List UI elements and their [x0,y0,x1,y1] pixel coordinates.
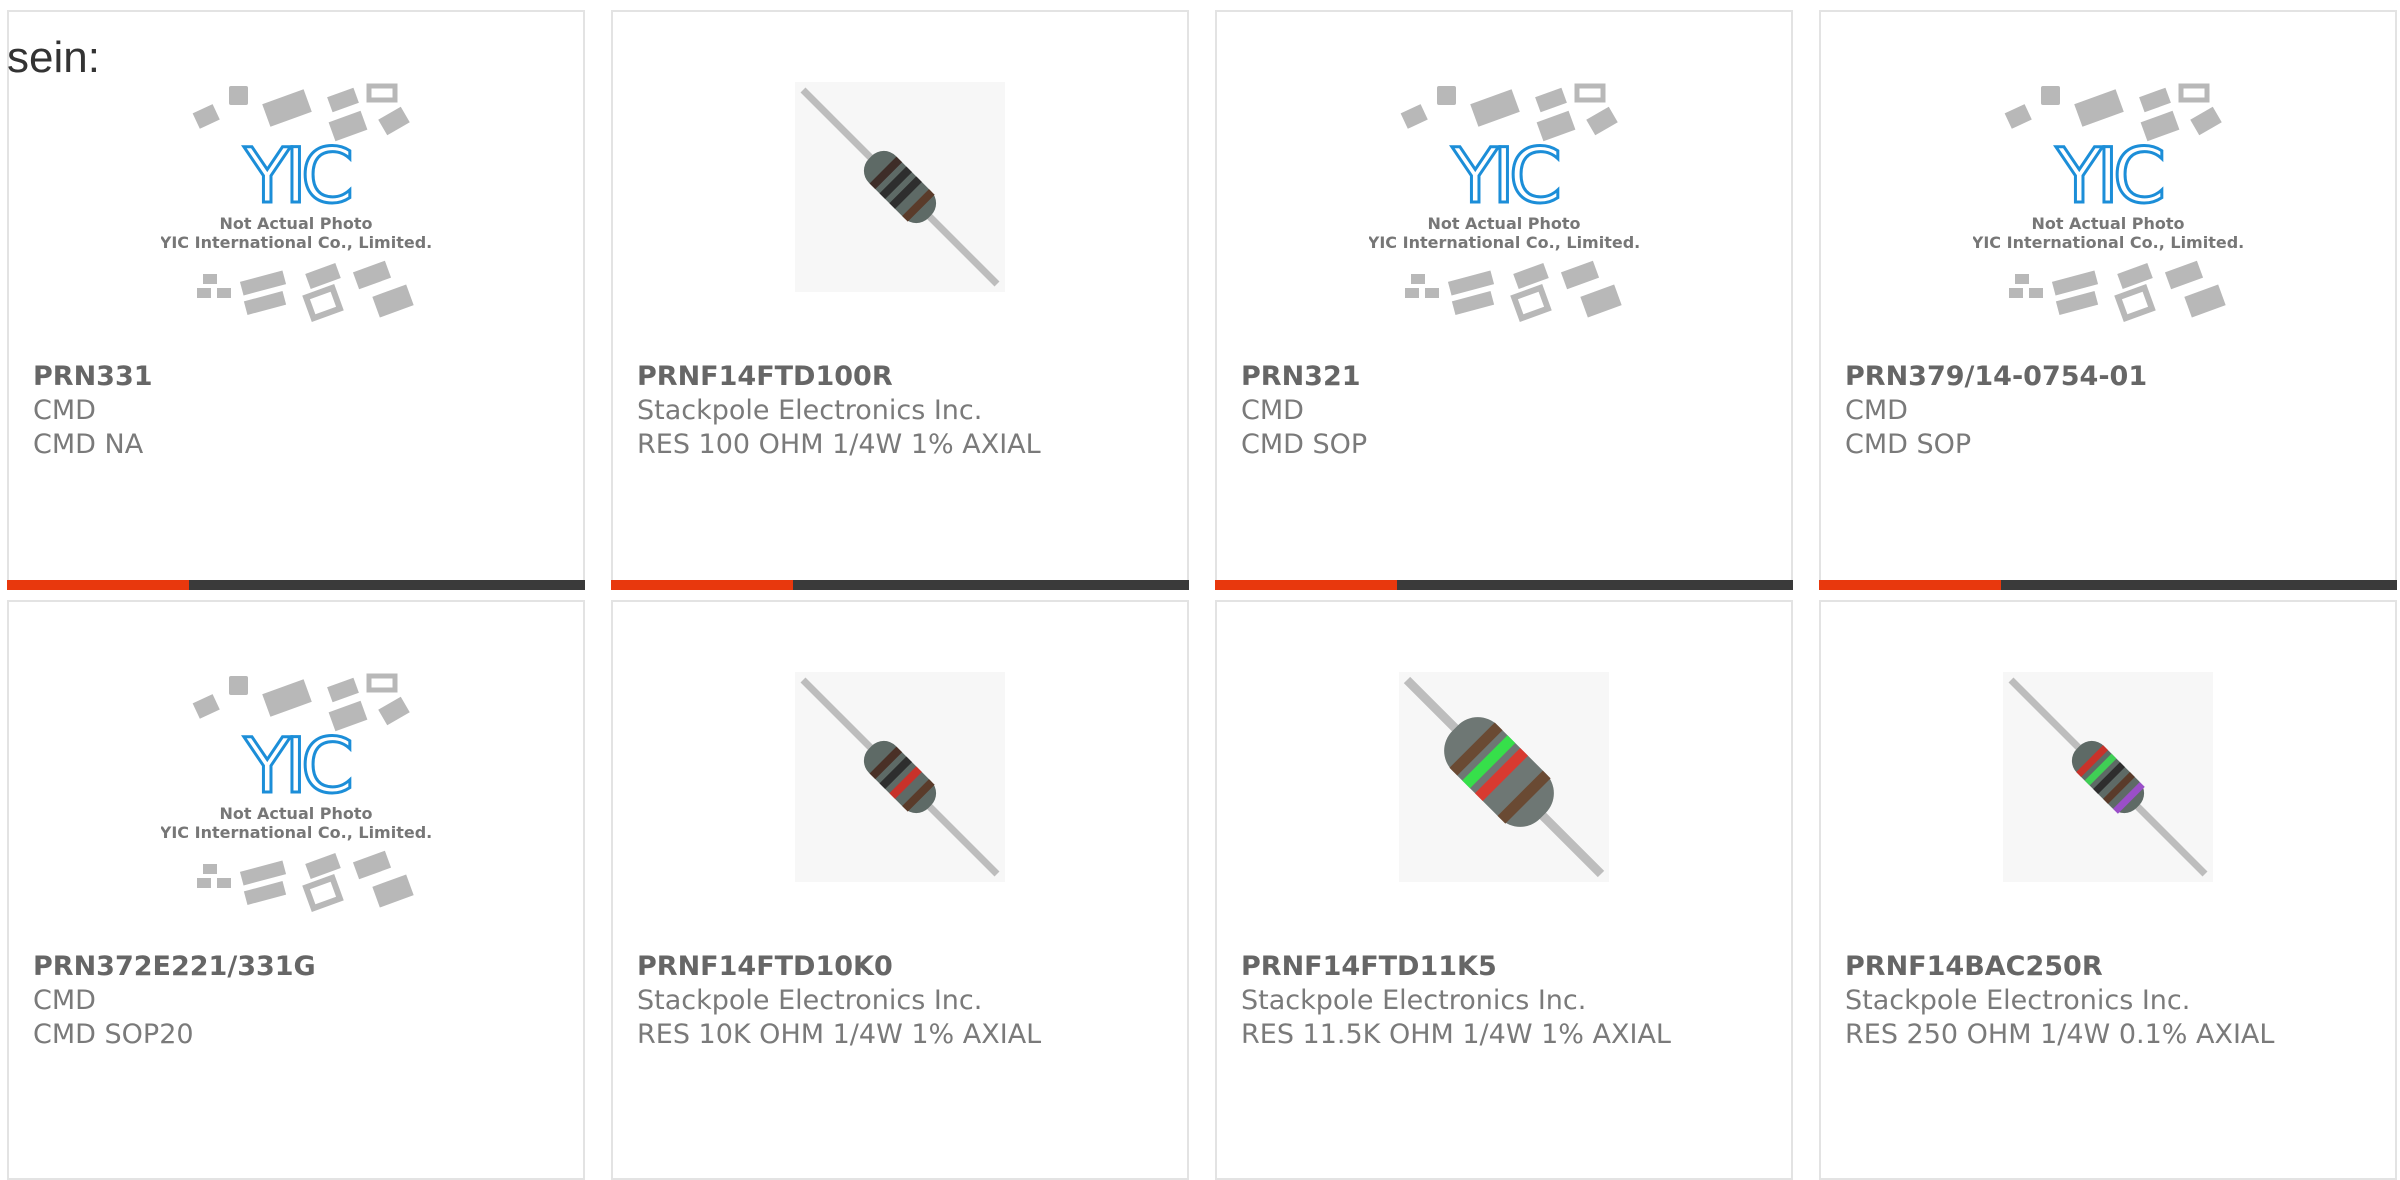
part-number[interactable]: PRNF14FTD11K5 [1241,950,1775,984]
manufacturer: CMD [33,395,96,426]
part-number[interactable]: PRN331 [33,360,567,394]
axial-resistor-icon [795,672,1005,882]
description: RES 11.5K OHM 1/4W 1% AXIAL [1241,1019,1671,1050]
description: CMD SOP20 [33,1019,194,1050]
product-card[interactable]: YIC Not Actual Photo YIC International C… [1819,10,2397,590]
yic-placeholder-icon: YIC Not Actual Photo YIC International C… [1369,83,1639,322]
svg-text:YIC: YIC [1451,131,1558,220]
product-card[interactable]: PRNF14BAC250R Stackpole Electronics Inc.… [1819,600,2397,1180]
svg-text:Not Actual Photo: Not Actual Photo [219,214,372,233]
axial-resistor-icon [795,82,1005,292]
product-image [1217,652,1791,922]
svg-text:YIC: YIC [2055,131,2162,220]
product-card[interactable]: YIC Not Actual Photo YIC International C… [7,10,585,590]
svg-text:YIC International Co., Limited: YIC International Co., Limited. [1369,233,1639,252]
product-image: YIC Not Actual Photo YIC International C… [1821,62,2395,332]
description: RES 250 OHM 1/4W 0.1% AXIAL [1845,1019,2275,1050]
description: CMD SOP [1845,429,1972,460]
svg-text:YIC: YIC [243,721,350,810]
part-number[interactable]: PRNF14BAC250R [1845,950,2379,984]
card-bottom-bar [1819,580,2397,590]
manufacturer: CMD [33,985,96,1016]
axial-resistor-icon [2003,672,2213,882]
description: CMD SOP [1241,429,1368,460]
axial-resistor-icon [1399,672,1609,882]
manufacturer: CMD [1845,395,1908,426]
product-image [613,62,1187,332]
manufacturer: Stackpole Electronics Inc. [637,395,983,426]
card-bottom-bar [611,580,1189,590]
part-number[interactable]: PRN372E221/331G [33,950,567,984]
product-card[interactable]: PRNF14FTD100R Stackpole Electronics Inc.… [611,10,1189,590]
description: CMD NA [33,429,144,460]
manufacturer: Stackpole Electronics Inc. [637,985,983,1016]
svg-text:YIC International Co., Limited: YIC International Co., Limited. [161,233,431,252]
product-card[interactable]: YIC Not Actual Photo YIC International C… [7,600,585,1180]
card-bottom-bar [7,580,585,590]
svg-text:YIC International Co., Limited: YIC International Co., Limited. [161,823,431,842]
yic-placeholder-icon: YIC Not Actual Photo YIC International C… [1973,83,2243,322]
svg-text:Not Actual Photo: Not Actual Photo [2031,214,2184,233]
part-number[interactable]: PRN379/14-0754-01 [1845,360,2379,394]
section-heading: sein: [7,33,100,82]
yic-placeholder-icon: YIC Not Actual Photo YIC International C… [161,83,431,322]
svg-text:Not Actual Photo: Not Actual Photo [219,804,372,823]
product-card[interactable]: PRNF14FTD11K5 Stackpole Electronics Inc.… [1215,600,1793,1180]
product-image [1821,652,2395,922]
part-number[interactable]: PRN321 [1241,360,1775,394]
svg-text:YIC International Co., Limited: YIC International Co., Limited. [1973,233,2243,252]
manufacturer: Stackpole Electronics Inc. [1845,985,2191,1016]
card-bottom-bar [1215,580,1793,590]
product-image [613,652,1187,922]
manufacturer: Stackpole Electronics Inc. [1241,985,1587,1016]
part-number[interactable]: PRNF14FTD100R [637,360,1171,394]
product-card[interactable]: YIC Not Actual Photo YIC International C… [1215,10,1793,590]
product-image: YIC Not Actual Photo YIC International C… [1217,62,1791,332]
part-number[interactable]: PRNF14FTD10K0 [637,950,1171,984]
product-image: YIC Not Actual Photo YIC International C… [9,62,583,332]
yic-placeholder-icon: YIC Not Actual Photo YIC International C… [161,673,431,912]
description: RES 10K OHM 1/4W 1% AXIAL [637,1019,1042,1050]
product-image: YIC Not Actual Photo YIC International C… [9,652,583,922]
description: RES 100 OHM 1/4W 1% AXIAL [637,429,1041,460]
product-card[interactable]: PRNF14FTD10K0 Stackpole Electronics Inc.… [611,600,1189,1180]
svg-text:YIC: YIC [243,131,350,220]
svg-text:Not Actual Photo: Not Actual Photo [1427,214,1580,233]
manufacturer: CMD [1241,395,1304,426]
